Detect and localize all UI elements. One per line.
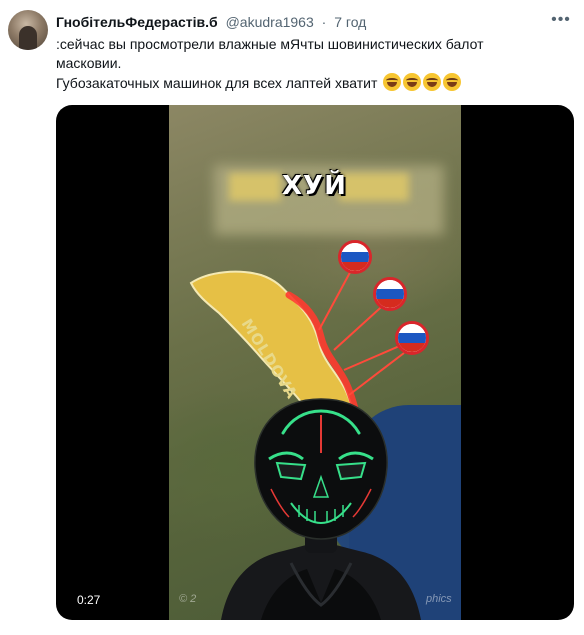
blurred-text-left [229,173,281,201]
tweet-header: ГнобітельФедерастів.б @akudra1963 · 7 го… [56,12,366,32]
arrow-line [318,264,355,331]
masked-figure [221,398,421,620]
tweet[interactable]: ГнобітельФедерастів.б @akudra1963 · 7 го… [0,0,584,635]
overlay-word: ХУЙ [282,171,347,201]
video-timestamp: 0:27 [77,593,101,607]
video-credit-left: © 2 [179,593,197,605]
tweet-time[interactable]: 7 год [334,14,366,30]
video-frame-map: MOLDOVA ХУЙ [169,105,461,620]
joy-emoji-icon [383,73,402,91]
arrow-line [348,352,405,396]
tweet-text-line-with-emoji: Губозакаточных машинок для всех лаптей х… [56,73,576,93]
tweet-text-line: Губозакаточных машинок для всех лаптей х… [56,75,378,91]
russia-flag-icon [373,277,407,311]
tweet-text-line: масковии. [56,55,122,71]
tweet-text: :сейчас вы просмотрели влажные мЯчты шов… [56,35,576,93]
video-player[interactable]: MOLDOVA ХУЙ 0:27 © 2 phics [56,105,574,620]
avatar[interactable] [8,10,48,50]
more-options-icon[interactable]: ••• [550,12,572,32]
tweet-text-line: :сейчас вы просмотрели влажные мЯчты шов… [56,36,484,52]
joy-emoji-icon [443,73,462,91]
author-handle[interactable]: @akudra1963 [226,14,314,30]
joy-emoji-icon [403,73,422,91]
russia-flag-icon [395,321,429,355]
blurred-text-right [339,173,409,201]
russia-flag-icon [338,240,372,274]
author-name[interactable]: ГнобітельФедерастів.б [56,14,218,30]
joy-emoji-icon [423,73,442,91]
video-credit-right: phics [426,593,452,605]
separator-dot: · [321,14,327,30]
